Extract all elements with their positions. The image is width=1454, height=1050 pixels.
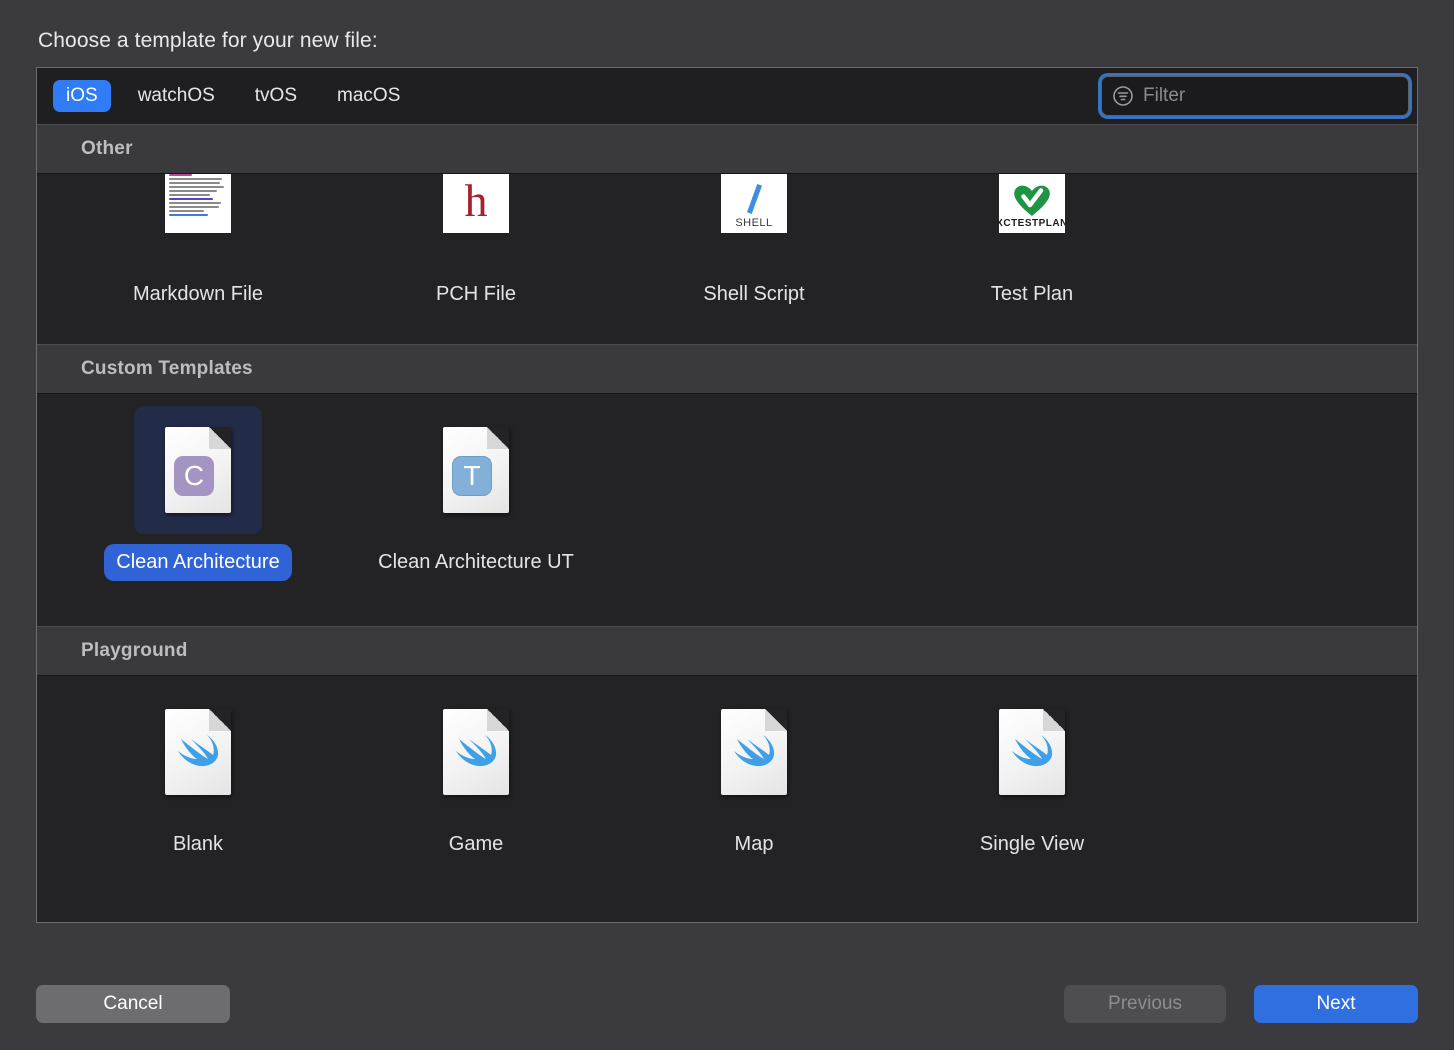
shell-caption: SHELL (735, 217, 773, 229)
template-scroll-area[interactable]: Other Markdown File h PCH File SHELL She… (37, 124, 1417, 922)
template-item-map[interactable]: Map (615, 676, 893, 863)
template-grid-playground: Blank Game Map Single View (37, 676, 1417, 863)
template-item-label: Markdown File (132, 283, 264, 305)
section-header-custom-templates: Custom Templates (37, 344, 1417, 394)
template-grid-custom: C Clean Architecture T Clean Architectur… (37, 394, 1417, 581)
swift-playground-icon (412, 688, 540, 816)
filter-circle-icon (1112, 85, 1134, 107)
t-badge: T (452, 456, 492, 496)
template-item-label: Blank (172, 833, 224, 855)
test-plan-caption: XCTESTPLAN (999, 218, 1065, 229)
previous-button[interactable]: Previous (1064, 985, 1226, 1023)
swift-bird-glyph (1012, 735, 1053, 767)
search-input-placeholder: Filter (1143, 85, 1186, 106)
page-fold-corner (209, 709, 231, 731)
section-body-other: Markdown File h PCH File SHELL Shell Scr… (37, 174, 1417, 344)
platform-toolbar: iOS watchOS tvOS macOS Filter (37, 68, 1417, 124)
shell-script-icon: SHELL (690, 174, 818, 266)
test-plan-icon: XCTESTPLAN (968, 174, 1096, 266)
template-item-clean-architecture[interactable]: C Clean Architecture (59, 394, 337, 581)
tab-ios[interactable]: iOS (53, 80, 111, 112)
page-fold-corner (487, 427, 509, 449)
section-body-custom-templates: C Clean Architecture T Clean Architectur… (37, 394, 1417, 626)
template-item-clean-architecture-ut[interactable]: T Clean Architecture UT (337, 394, 615, 581)
swift-playground-icon (134, 688, 262, 816)
template-item-label: Shell Script (703, 283, 805, 305)
search-input[interactable]: Filter (1101, 76, 1409, 116)
cancel-button[interactable]: Cancel (36, 985, 230, 1023)
markdown-file-icon (134, 174, 262, 266)
template-item-markdown-file[interactable]: Markdown File (59, 174, 337, 313)
template-grid-other: Markdown File h PCH File SHELL Shell Scr… (37, 174, 1417, 313)
clean-architecture-icon: C (134, 406, 262, 534)
swift-bird-glyph (178, 735, 219, 767)
c-badge: C (174, 456, 214, 496)
page-fold-corner (765, 709, 787, 731)
template-item-pch-file[interactable]: h PCH File (337, 174, 615, 313)
next-button[interactable]: Next (1254, 985, 1418, 1023)
template-item-label: Clean Architecture UT (378, 551, 574, 573)
template-item-label: Clean Architecture (104, 544, 292, 581)
page-fold-corner (487, 709, 509, 731)
tab-watchos[interactable]: watchOS (125, 80, 228, 112)
pch-letter: h (464, 175, 488, 227)
tab-tvos[interactable]: tvOS (242, 80, 310, 112)
template-item-label: Game (448, 833, 504, 855)
page-fold-corner (1043, 709, 1065, 731)
section-header-playground: Playground (37, 626, 1417, 676)
swift-bird-glyph (456, 735, 497, 767)
swift-playground-icon (968, 688, 1096, 816)
page-fold-corner (209, 427, 231, 449)
template-item-blank[interactable]: Blank (59, 676, 337, 863)
section-header-other: Other (37, 124, 1417, 174)
pch-file-icon: h (412, 174, 540, 266)
template-item-game[interactable]: Game (337, 676, 615, 863)
template-item-label: Test Plan (990, 283, 1074, 305)
filter-field-wrapper: Filter (1101, 76, 1409, 116)
template-browser-panel: iOS watchOS tvOS macOS Filter Other Mark… (36, 67, 1418, 923)
dialog-footer: Cancel Previous Next (36, 984, 1418, 1024)
swift-bird-glyph (734, 735, 775, 767)
clean-architecture-ut-icon: T (412, 406, 540, 534)
new-file-template-dialog: Choose a template for your new file: iOS… (0, 0, 1454, 1050)
template-item-shell-script[interactable]: SHELL Shell Script (615, 174, 893, 313)
section-body-playground: Blank Game Map Single View (37, 676, 1417, 922)
swift-playground-icon (690, 688, 818, 816)
page-title: Choose a template for your new file: (38, 29, 378, 52)
template-item-label: Map (734, 833, 774, 855)
tab-macos[interactable]: macOS (324, 80, 413, 112)
template-item-test-plan[interactable]: XCTESTPLAN Test Plan (893, 174, 1171, 313)
template-item-label: Single View (979, 833, 1085, 855)
shell-slash-glyph (746, 184, 762, 214)
template-item-single-view[interactable]: Single View (893, 676, 1171, 863)
template-item-label: PCH File (435, 283, 516, 305)
